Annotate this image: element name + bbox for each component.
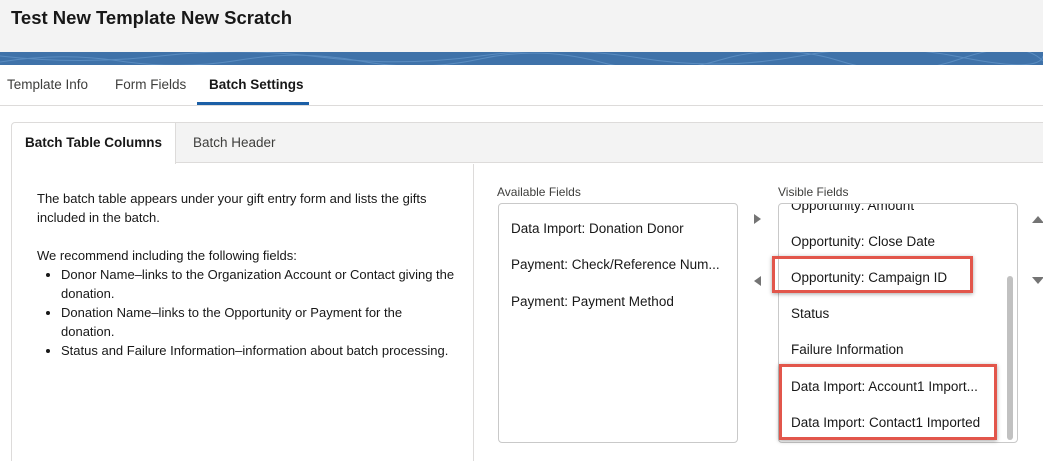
visible-list-scrollbar[interactable]: [1007, 276, 1013, 440]
visible-option[interactable]: Data Import: Account1 Import...: [791, 379, 978, 394]
visible-option[interactable]: Status: [791, 306, 829, 321]
visible-option[interactable]: Data Import: Contact1 Imported: [791, 415, 980, 430]
visible-option[interactable]: Opportunity: Close Date: [791, 234, 935, 249]
available-fields-label: Available Fields: [497, 185, 581, 199]
visible-option[interactable]: Opportunity: Amount: [791, 204, 914, 213]
move-down-icon[interactable]: [1032, 277, 1043, 284]
description-recommend: We recommend including the following fie…: [37, 248, 297, 263]
page-title: Test New Template New Scratch: [11, 7, 293, 28]
brand-band: [0, 52, 1043, 65]
tab-form-fields[interactable]: Form Fields: [115, 77, 186, 92]
description-intro: The batch table appears under your gift …: [37, 191, 427, 225]
column-divider: [473, 164, 474, 461]
tab-batch-table-columns[interactable]: Batch Table Columns: [12, 123, 176, 164]
available-option[interactable]: Data Import: Donation Donor: [511, 221, 684, 236]
list-item: Donor Name–links to the Organization Acc…: [61, 265, 457, 303]
move-to-available-icon[interactable]: [754, 276, 761, 286]
visible-option[interactable]: Failure Information: [791, 342, 904, 357]
batch-table-description: The batch table appears under your gift …: [37, 189, 457, 360]
move-up-icon[interactable]: [1032, 216, 1043, 223]
batch-settings-card: Batch Table Columns Batch Header The bat…: [11, 122, 1043, 461]
active-tab-indicator: [197, 102, 309, 105]
card-tabbar: Batch Table Columns Batch Header: [12, 123, 1043, 164]
top-tabs: Template Info Form Fields Batch Settings: [0, 65, 1043, 106]
page-header: Test New Template New Scratch: [0, 0, 1043, 52]
available-fields-listbox[interactable]: Data Import: Donation Donor Payment: Che…: [498, 203, 738, 443]
tab-batch-header[interactable]: Batch Header: [193, 123, 276, 164]
available-option[interactable]: Payment: Payment Method: [511, 294, 674, 309]
visible-fields-label: Visible Fields: [778, 185, 849, 199]
tab-template-info[interactable]: Template Info: [7, 77, 88, 92]
tab-batch-settings[interactable]: Batch Settings: [209, 77, 304, 92]
brand-pattern: [0, 52, 1043, 65]
available-option[interactable]: Payment: Check/Reference Num...: [511, 257, 720, 272]
recommended-fields-list: Donor Name–links to the Organization Acc…: [61, 265, 457, 360]
move-to-visible-icon[interactable]: [754, 214, 761, 224]
list-item: Donation Name–links to the Opportunity o…: [61, 303, 457, 341]
visible-option[interactable]: Opportunity: Campaign ID: [791, 270, 947, 285]
list-item: Status and Failure Information–informati…: [61, 341, 457, 360]
visible-fields-listbox[interactable]: Opportunity: Amount Opportunity: Close D…: [778, 203, 1018, 443]
